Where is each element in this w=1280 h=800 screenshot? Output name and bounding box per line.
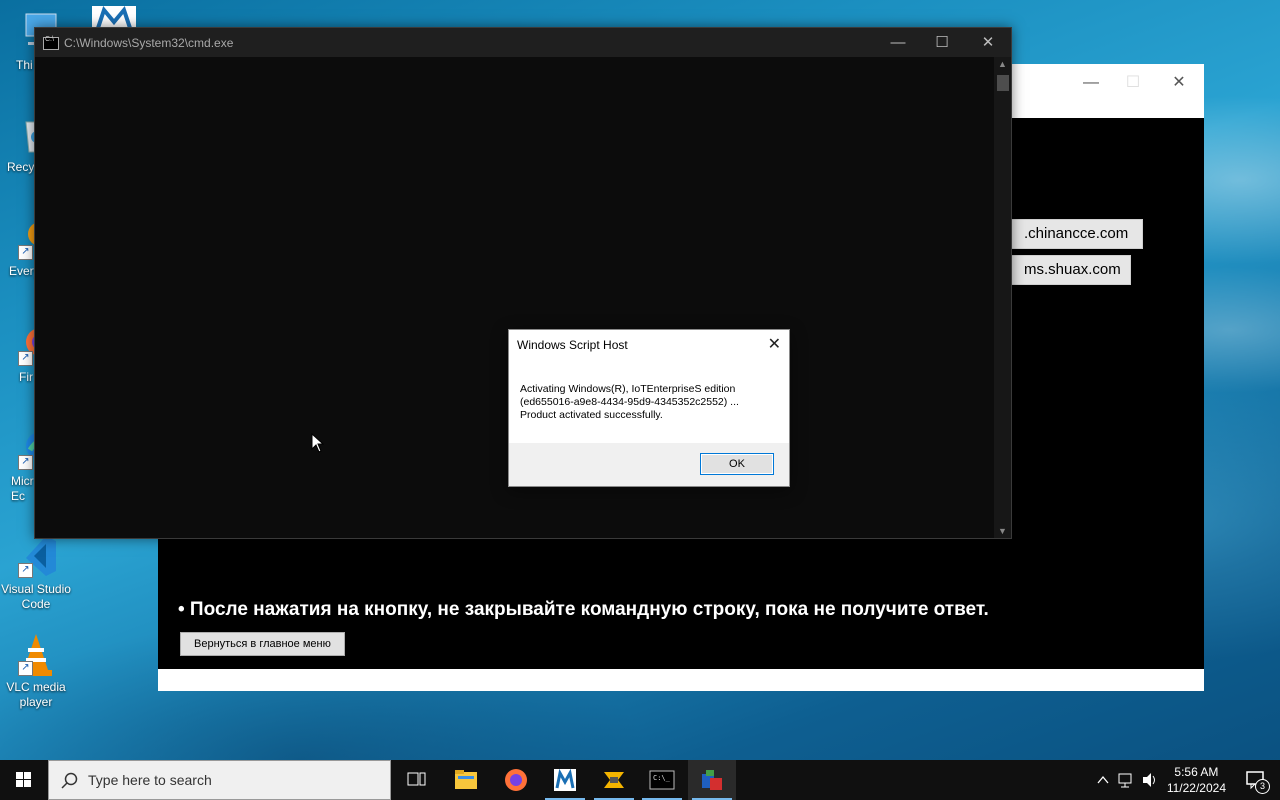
scroll-thumb[interactable] <box>997 75 1009 91</box>
instruction-note: • После нажатия на кнопку, не закрывайте… <box>178 599 989 620</box>
shortcut-arrow-icon: ↗ <box>18 455 33 470</box>
tray-network[interactable] <box>1116 760 1136 800</box>
taskbar-activator[interactable] <box>541 760 589 800</box>
cmd-icon: C:\_ <box>649 770 675 790</box>
activator-icon <box>554 768 576 791</box>
shortcut-arrow-icon: ↗ <box>18 351 33 366</box>
taskbar-script-host[interactable] <box>688 760 736 800</box>
file-explorer-icon <box>455 770 477 789</box>
cmd-scrollbar[interactable]: ▲ ▼ <box>994 57 1011 538</box>
desktop-icon-label: Visual Studio Code <box>1 582 71 611</box>
volume-icon <box>1143 773 1155 787</box>
firefox-icon <box>505 769 527 791</box>
ok-button[interactable]: OK <box>700 453 774 475</box>
chevron-up-icon <box>1097 775 1109 784</box>
windows-logo-icon <box>16 772 31 787</box>
cmd-titlebar[interactable]: C:\Windows\System32\cmd.exe — ☐ ✕ <box>35 28 1011 57</box>
taskbar-file-explorer[interactable] <box>442 760 490 800</box>
script-host-icon <box>702 770 722 790</box>
search-icon <box>61 772 78 789</box>
start-button[interactable] <box>0 760 48 800</box>
vlc-icon: ↗ <box>14 632 58 676</box>
cmd-icon <box>43 36 59 50</box>
shortcut-arrow-icon: ↗ <box>18 245 33 260</box>
desktop-icon-vscode[interactable]: ↗ Visual Studio Code <box>0 534 72 612</box>
taskbar-cmd[interactable]: C:\_ <box>638 760 686 800</box>
dialog-footer: OK <box>509 443 789 486</box>
taskbar-clock[interactable]: 5:56 AM 11/22/2024 <box>1167 764 1226 796</box>
cmd-minimize-button[interactable]: — <box>875 28 921 57</box>
shortcut-arrow-icon: ↗ <box>18 661 33 676</box>
task-view-button[interactable] <box>392 760 440 800</box>
clock-date: 11/22/2024 <box>1166 781 1226 795</box>
svg-text:C:\_: C:\_ <box>653 774 671 782</box>
tray-show-hidden-icons[interactable] <box>1094 760 1112 800</box>
task-view-icon <box>407 772 426 786</box>
minimize-button[interactable]: — <box>1068 70 1114 96</box>
notification-center-button[interactable]: 3 <box>1244 768 1270 794</box>
cmd-title: C:\Windows\System32\cmd.exe <box>64 36 234 50</box>
shortcut-arrow-icon: ↗ <box>18 563 33 578</box>
cmd-close-button[interactable]: ✕ <box>965 28 1011 57</box>
clock-time: 5:56 AM <box>1174 765 1219 779</box>
maximize-button[interactable]: ☐ <box>1110 70 1156 96</box>
server-button-shuax[interactable]: ms.shuax.com <box>1009 255 1131 285</box>
desktop-icon-label: VLC media player <box>6 680 66 709</box>
dialog-message: Activating Windows(R), IoTEnterpriseS ed… <box>520 383 739 421</box>
cmd-maximize-button[interactable]: ☐ <box>919 28 965 57</box>
taskbar-firefox[interactable] <box>492 760 540 800</box>
tool-icon <box>604 772 624 788</box>
vscode-icon: ↗ <box>14 534 58 578</box>
dialog-close-icon[interactable]: ✕ <box>768 334 781 354</box>
taskbar-search-box[interactable]: Type here to search <box>48 760 391 800</box>
dialog-title: Windows Script Host <box>517 338 628 352</box>
notification-count: 3 <box>1255 779 1270 794</box>
back-to-main-menu-button[interactable]: Вернуться в главное меню <box>180 632 345 656</box>
windows-script-host-dialog: Windows Script Host ✕ Activating Windows… <box>508 329 790 487</box>
scroll-up-icon[interactable]: ▲ <box>994 59 1011 69</box>
search-placeholder: Type here to search <box>88 772 212 788</box>
taskbar-tool[interactable] <box>590 760 638 800</box>
server-button-chinancce[interactable]: .chinancce.com <box>1009 219 1144 249</box>
scroll-down-icon[interactable]: ▼ <box>994 526 1011 536</box>
taskbar: Type here to search C:\_ 5:56 AM 11/22/2… <box>0 760 1280 800</box>
close-button[interactable]: ✕ <box>1156 70 1202 96</box>
tray-volume[interactable] <box>1140 760 1160 800</box>
network-icon <box>1118 773 1132 788</box>
desktop-icon-vlc[interactable]: ↗ VLC media player <box>0 632 72 710</box>
